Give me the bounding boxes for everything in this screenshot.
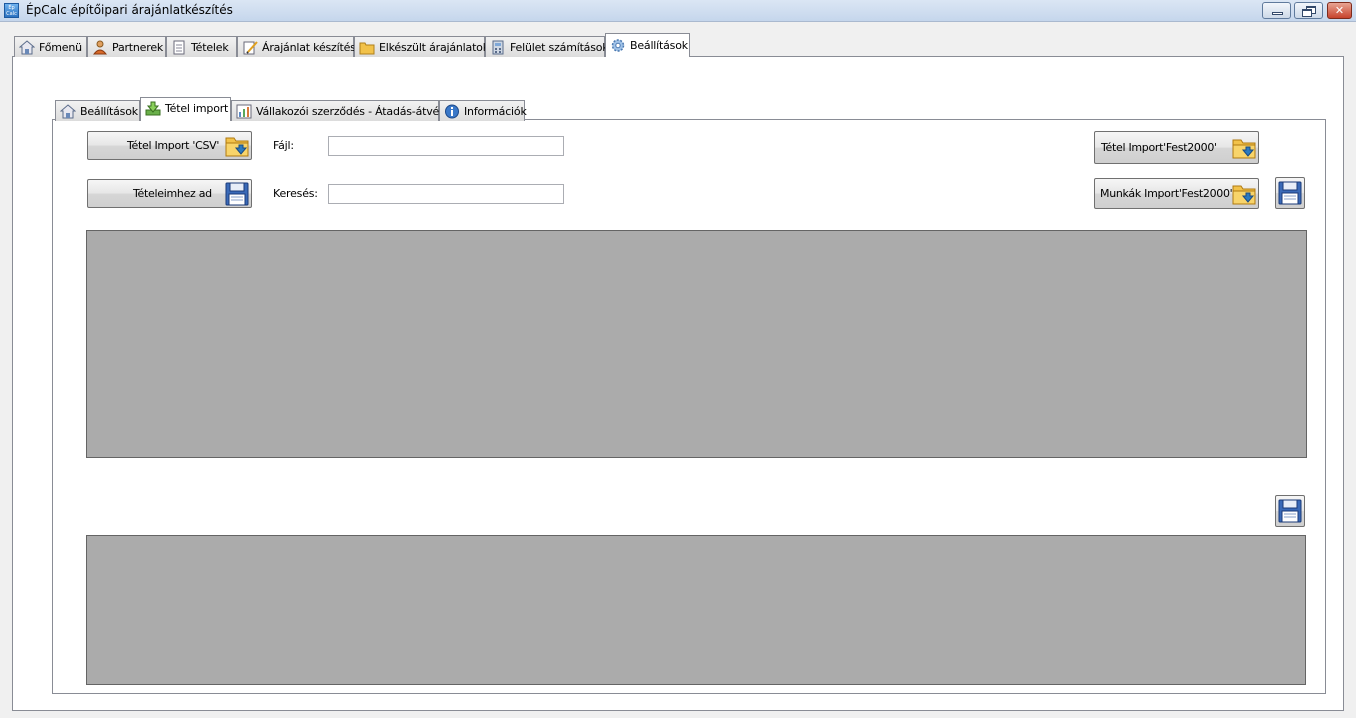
partners-icon (92, 40, 108, 55)
button-label: Tétel Import 'CSV' (127, 139, 220, 152)
title-bar[interactable]: Ép Calc ÉpCalc építőipari árajánlatkészít… (0, 0, 1356, 22)
tab-label: Elkészült árajánlatok (379, 41, 489, 54)
file-label: Fájl: (273, 139, 294, 152)
tab-inner-beallitasok[interactable]: Beállítások (55, 100, 140, 121)
document-icon (173, 40, 185, 55)
folder-import-icon (225, 137, 249, 157)
import-items-grid[interactable] (86, 230, 1307, 458)
tab-label: Tétel import (165, 102, 229, 115)
app-icon: Ép Calc (4, 3, 19, 18)
tab-label: Beállítások (80, 105, 138, 118)
home-icon (60, 104, 76, 119)
tab-beallitasok[interactable]: Beállítások (605, 33, 690, 57)
teteleimhez-ad-button[interactable]: Tételeimhez ad (87, 179, 252, 208)
tab-label: Árajánlat készítés (262, 41, 356, 54)
folder-import-icon (1232, 185, 1256, 205)
save-lower-button[interactable] (1275, 495, 1305, 527)
work-items-grid[interactable] (86, 535, 1306, 685)
tab-label: Információk (464, 105, 527, 118)
tab-label: Tételek (191, 41, 229, 54)
tab-informaciok[interactable]: Információk (439, 100, 527, 121)
folder-icon (359, 42, 375, 55)
home-icon (19, 40, 35, 55)
edit-icon (243, 41, 258, 55)
search-label: Keresés: (273, 187, 318, 200)
restore-icon-front (1302, 9, 1312, 17)
tab-label: Főmenü (39, 41, 82, 54)
window-title: ÉpCalc építőipari árajánlatkészítés (26, 3, 233, 17)
close-icon: ✕ (1334, 4, 1345, 17)
file-path-input[interactable] (328, 136, 564, 156)
button-label: Tételeimhez ad (133, 187, 212, 200)
maximize-button[interactable] (1294, 2, 1323, 19)
tab-label: Felület számítások (510, 41, 609, 54)
tab-label: Beállítások (630, 39, 688, 52)
calculator-icon (492, 40, 504, 55)
munkak-import-fest2000-button[interactable]: Munkák Import'Fest2000' (1094, 178, 1259, 209)
tab-elkeszult-arajanlatok[interactable]: Elkészült árajánlatok (354, 36, 489, 57)
folder-import-icon (1232, 139, 1256, 159)
gear-icon (611, 39, 625, 52)
minimize-button[interactable] (1262, 2, 1291, 19)
tab-arajanlat-keszites[interactable]: Árajánlat készítés (237, 36, 356, 57)
tab-fomenu[interactable]: Főmenü (14, 36, 87, 57)
close-button[interactable]: ✕ (1327, 2, 1352, 19)
tab-vallakozoi-szerzodes[interactable]: Vállakozói szerződés - Átadás-átvétel (231, 100, 453, 121)
chart-icon (236, 104, 252, 119)
tab-felulet-szamitasok[interactable]: Felület számítások (485, 36, 609, 57)
button-label: Munkák Import'Fest2000' (1100, 187, 1233, 200)
save-icon (1278, 499, 1302, 523)
tab-label: Partnerek (112, 41, 164, 54)
minimize-icon (1272, 12, 1283, 15)
tetel-import-csv-button[interactable]: Tétel Import 'CSV' (87, 131, 252, 160)
save-upper-button[interactable] (1275, 177, 1305, 209)
info-icon (445, 104, 459, 119)
search-input[interactable] (328, 184, 564, 204)
tab-tetel-import[interactable]: Tétel import (140, 97, 231, 121)
save-icon (1278, 181, 1302, 205)
save-icon (225, 182, 249, 206)
tetel-import-fest2000-button[interactable]: Tétel Import'Fest2000' (1094, 131, 1259, 164)
import-icon (145, 101, 161, 116)
tab-label: Vállakozói szerződés - Átadás-átvétel (256, 105, 453, 118)
tab-partnerek[interactable]: Partnerek (87, 36, 166, 57)
button-label: Tétel Import'Fest2000' (1101, 141, 1217, 154)
tab-tetelek[interactable]: Tételek (166, 36, 237, 57)
